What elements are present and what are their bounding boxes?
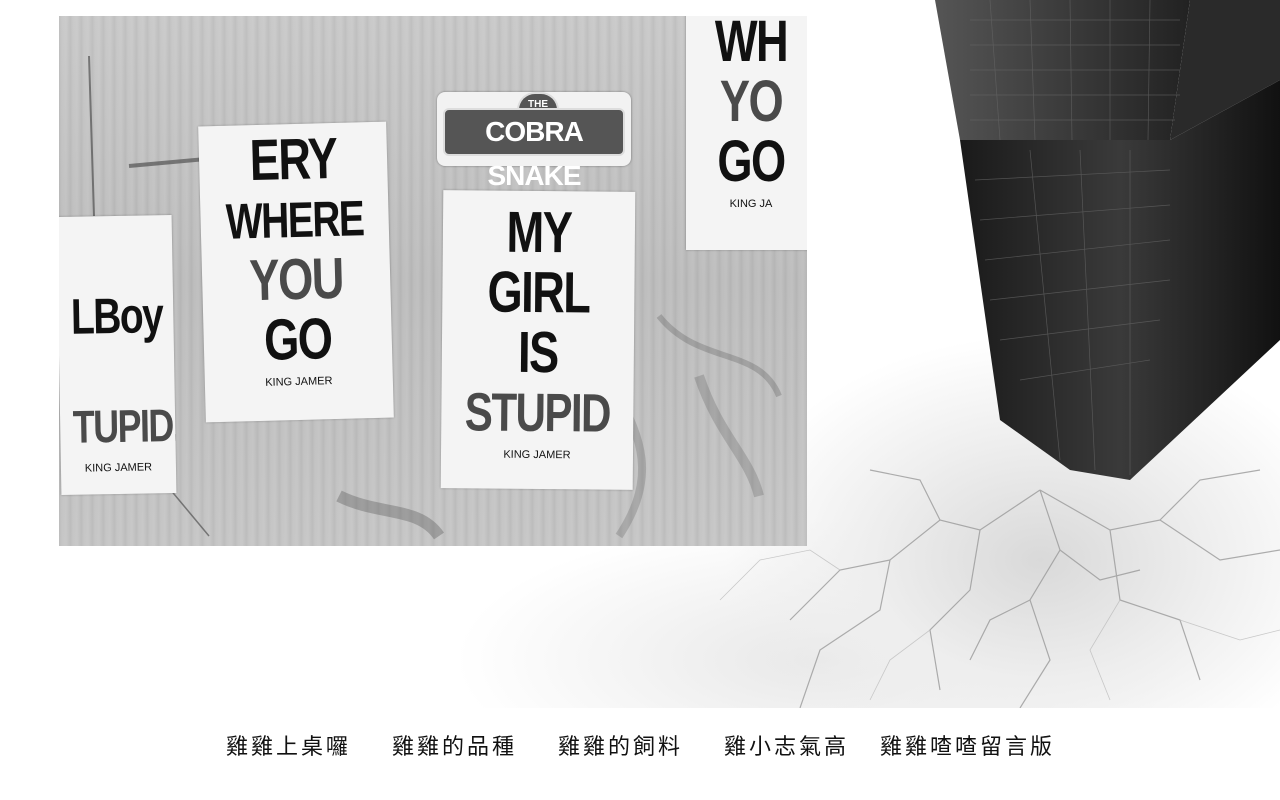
poster-my-girl-line-4: STUPID [464, 382, 611, 444]
poster-everywhere-credit: KING JAMER [265, 375, 333, 389]
poster-everywhere: ERY WHERE YOU GO KING JAMER [198, 121, 394, 423]
poster-my-girl-line-3: IS [517, 319, 558, 386]
poster-wall-photo: LBoy TUPID. KING JAMER ERY WHERE YOU GO … [59, 16, 807, 546]
nav-link-little-chicken-ambition[interactable]: 雞小志氣高 [724, 732, 880, 764]
poster-right-line-2: YO [719, 69, 784, 134]
nav-list: 雞雞上桌囉 雞雞的品種 雞雞的飼料 雞小志氣高 雞雞喳喳留言版 [226, 732, 1070, 764]
nav-item: 雞雞的品種 [392, 732, 558, 764]
nav-item: 雞雞的飼料 [558, 732, 724, 764]
nav-link-chicken-on-table[interactable]: 雞雞上桌囉 [226, 732, 392, 764]
poster-right-line-1: WH [714, 16, 789, 74]
poster-my-girl-line-2: GIRL [487, 259, 590, 326]
cobra-snake-sign: THE COBRA SNAKE [437, 92, 631, 191]
poster-everywhere-line-3: YOU [248, 245, 344, 314]
sign-name-label: COBRA SNAKE [443, 108, 625, 191]
main-navigation: 雞雞上桌囉 雞雞的品種 雞雞的飼料 雞小志氣高 雞雞喳喳留言版 [0, 708, 1280, 800]
poster-everywhere-line-1: ERY [248, 125, 338, 194]
nav-link-chicken-breeds[interactable]: 雞雞的品種 [392, 732, 558, 764]
poster-my-girl: MY GIRL IS STUPID KING JAMER [440, 190, 636, 490]
poster-right-line-3: GO [717, 129, 786, 194]
nav-item: 雞雞上桌囉 [226, 732, 392, 764]
poster-left: LBoy TUPID. KING JAMER [59, 215, 177, 495]
skyscraper-illustration [935, 0, 1280, 480]
nav-link-guestbook[interactable]: 雞雞喳喳留言版 [880, 732, 1070, 764]
poster-left-line-2: TUPID. [72, 398, 177, 453]
poster-my-girl-credit: KING JAMER [503, 448, 571, 462]
poster-left-line-1: LBoy [70, 287, 163, 345]
poster-left-credit: KING JAMER [84, 461, 153, 475]
nav-link-chicken-feed[interactable]: 雞雞的飼料 [558, 732, 724, 764]
poster-everywhere-line-2: WHERE [225, 190, 365, 250]
poster-right-credit: KING JA [729, 198, 773, 210]
poster-everywhere-line-4: GO [263, 306, 333, 373]
poster-right: WH YO GO KING JA [686, 16, 807, 250]
poster-my-girl-line-1: MY [506, 199, 572, 266]
nav-item: 雞雞喳喳留言版 [880, 732, 1070, 764]
nav-item: 雞小志氣高 [724, 732, 880, 764]
